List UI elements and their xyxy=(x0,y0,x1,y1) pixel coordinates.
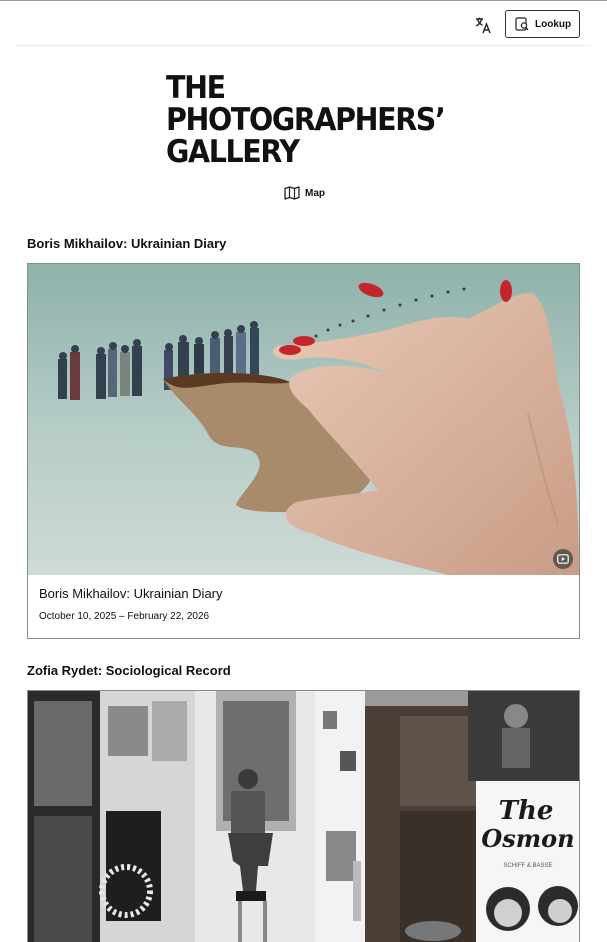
exhibition-heading[interactable]: Boris Mikhailov: Ukrainian Diary xyxy=(27,236,226,251)
lookup-label: Lookup xyxy=(535,18,572,30)
slideshow-icon xyxy=(557,554,569,564)
exhibition-image[interactable]: The Osmon SCHIFF & BASSE xyxy=(28,691,579,942)
gallery-logo[interactable]: THE PHOTOGRAPHERS’ GALLERY xyxy=(166,70,446,170)
logo-line-3: GALLERY xyxy=(166,134,300,170)
translate-icon xyxy=(475,17,491,34)
media-gallery-button[interactable] xyxy=(553,549,573,569)
exhibition-heading[interactable]: Zofia Rydet: Sociological Record xyxy=(27,663,231,678)
exhibition-card[interactable]: The Osmon SCHIFF & BASSE xyxy=(27,690,580,942)
svg-text:Osmon: Osmon xyxy=(481,824,574,853)
sociological-record-photo: The Osmon SCHIFF & BASSE xyxy=(28,691,579,942)
map-icon xyxy=(284,186,300,200)
toolbar: Lookup xyxy=(16,1,591,46)
svg-text:SCHIFF & BASSE: SCHIFF & BASSE xyxy=(503,863,552,869)
map-label: Map xyxy=(305,187,325,199)
exhibition-card[interactable]: Boris Mikhailov: Ukrainian Diary October… xyxy=(27,263,580,639)
translate-button[interactable] xyxy=(471,13,495,37)
map-link[interactable]: Map xyxy=(284,186,325,200)
exhibition-image[interactable] xyxy=(28,264,579,575)
logo-line-1: THE xyxy=(166,70,226,106)
svg-text:The: The xyxy=(499,796,554,826)
lookup-button[interactable]: Lookup xyxy=(505,10,580,38)
exhibition-title[interactable]: Boris Mikhailov: Ukrainian Diary xyxy=(39,586,568,601)
logo-line-2: PHOTOGRAPHERS’ xyxy=(166,102,446,138)
lookup-icon xyxy=(515,17,529,31)
exhibition-info: Boris Mikhailov: Ukrainian Diary October… xyxy=(28,575,579,632)
ukrainian-diary-photo xyxy=(28,264,579,575)
exhibition-dates: October 10, 2025 – February 22, 2026 xyxy=(39,611,210,622)
